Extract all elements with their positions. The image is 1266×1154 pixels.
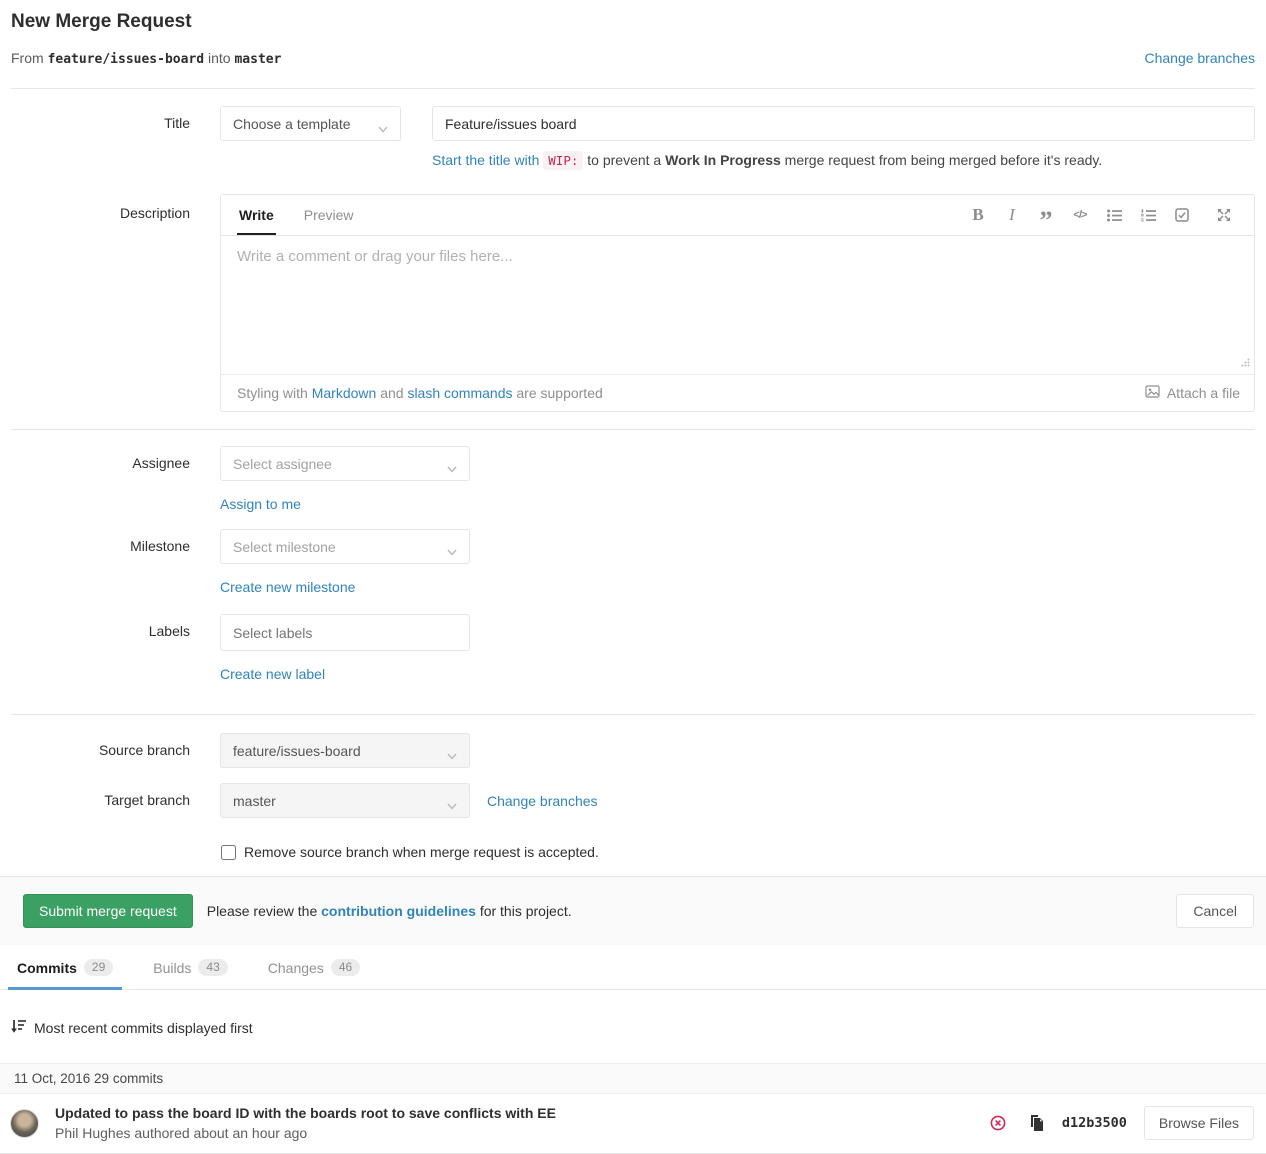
title-label: Title (11, 106, 190, 131)
markdown-toolbar: B I ” </> (964, 201, 1238, 229)
changes-count-badge: 46 (331, 959, 360, 976)
attach-file-button[interactable]: Attach a file (1145, 385, 1240, 401)
slash-commands-link[interactable]: slash commands (407, 385, 512, 401)
target-branch-name: master (234, 52, 281, 67)
commit-list-item: Updated to pass the board ID with the bo… (0, 1094, 1266, 1154)
submit-merge-request-button[interactable]: Submit merge request (23, 894, 193, 928)
commit-sort-note: Most recent commits displayed first (11, 1019, 1266, 1037)
builds-count-badge: 43 (198, 959, 227, 976)
markdown-link[interactable]: Markdown (312, 385, 377, 401)
avatar[interactable] (10, 1109, 39, 1138)
merge-request-tabs: Commits 29 Builds 43 Changes 46 (0, 945, 1266, 990)
task-list-icon[interactable] (1168, 201, 1196, 229)
browse-files-button[interactable]: Browse Files (1144, 1106, 1254, 1140)
source-branch-dropdown[interactable]: feature/issues-board (220, 733, 470, 768)
commit-title[interactable]: Updated to pass the board ID with the bo… (55, 1103, 990, 1123)
create-new-label-link[interactable]: Create new label (220, 666, 325, 682)
template-dropdown[interactable]: Choose a template (220, 106, 401, 141)
page-title: New Merge Request (11, 11, 1255, 33)
attach-file-label: Attach a file (1167, 385, 1240, 401)
commits-count-badge: 29 (84, 959, 113, 976)
markdown-editor: Write Preview B I ” </> (220, 194, 1255, 412)
code-icon[interactable]: </> (1066, 201, 1094, 229)
description-textarea[interactable] (221, 236, 1254, 374)
tab-write[interactable]: Write (237, 195, 276, 235)
labels-input[interactable] (220, 614, 470, 651)
chevron-down-icon (447, 460, 457, 467)
numbered-list-icon[interactable] (1134, 201, 1162, 229)
assignee-dropdown[interactable]: Select assignee (220, 446, 470, 481)
change-branches-link-top[interactable]: Change branches (1144, 50, 1255, 66)
labels-label: Labels (11, 614, 190, 682)
tab-builds[interactable]: Builds 43 (144, 945, 237, 990)
source-branch-label: Source branch (11, 733, 190, 768)
quote-icon[interactable]: ” (1032, 201, 1060, 229)
target-branch-label: Target branch (11, 783, 190, 860)
sort-descending-icon (11, 1019, 26, 1037)
bulleted-list-icon[interactable] (1100, 201, 1128, 229)
chevron-down-icon (378, 120, 388, 127)
section-divider (11, 429, 1255, 430)
tab-commits[interactable]: Commits 29 (8, 945, 122, 990)
wip-hint-link[interactable]: Start the title with (432, 152, 539, 168)
tab-preview[interactable]: Preview (302, 195, 356, 235)
form-actions: Submit merge request Please review the c… (0, 876, 1266, 945)
source-branch-name: feature/issues-board (48, 52, 205, 67)
description-label: Description (11, 194, 190, 221)
title-input[interactable] (432, 106, 1255, 141)
cancel-button[interactable]: Cancel (1176, 894, 1254, 928)
assign-to-me-link[interactable]: Assign to me (220, 496, 301, 512)
resize-handle[interactable] (1240, 355, 1250, 371)
tab-changes[interactable]: Changes 46 (259, 945, 369, 990)
wip-hint: Start the title with WIP: to prevent a W… (432, 152, 1255, 168)
contribution-guidelines-link[interactable]: contribution guidelines (321, 903, 476, 919)
chevron-down-icon (447, 543, 457, 550)
create-new-milestone-link[interactable]: Create new milestone (220, 579, 355, 595)
milestone-label: Milestone (11, 529, 190, 595)
bold-icon[interactable]: B (964, 201, 992, 229)
page-header: New Merge Request From feature/issues-bo… (11, 0, 1255, 89)
commit-sha[interactable]: d12b3500 (1062, 1115, 1127, 1131)
markdown-support-note: Styling with Markdown and slash commands… (237, 385, 603, 401)
fullscreen-icon[interactable] (1210, 201, 1238, 229)
wip-code: WIP: (543, 151, 583, 170)
branch-summary: From feature/issues-board into master (11, 50, 281, 67)
commit-day-header: 11 Oct, 2016 29 commits (0, 1063, 1266, 1094)
italic-icon[interactable]: I (998, 201, 1026, 229)
attach-image-icon (1145, 385, 1160, 401)
section-divider (11, 714, 1255, 715)
remove-source-branch-label[interactable]: Remove source branch when merge request … (244, 844, 599, 860)
milestone-dropdown[interactable]: Select milestone (220, 529, 470, 564)
remove-source-branch-checkbox[interactable] (221, 845, 236, 860)
target-branch-dropdown[interactable]: master (220, 783, 470, 818)
commit-author-meta: Phil Hughes authored about an hour ago (55, 1123, 990, 1143)
change-branches-link[interactable]: Change branches (487, 793, 598, 809)
copy-sha-icon[interactable] (1030, 1115, 1044, 1131)
chevron-down-icon (447, 797, 457, 804)
assignee-label: Assignee (11, 446, 190, 512)
new-merge-request-page: New Merge Request From feature/issues-bo… (0, 0, 1266, 1154)
ci-status-failed-icon[interactable] (990, 1115, 1006, 1131)
contribution-note: Please review the contribution guideline… (207, 903, 1177, 919)
chevron-down-icon (447, 747, 457, 754)
